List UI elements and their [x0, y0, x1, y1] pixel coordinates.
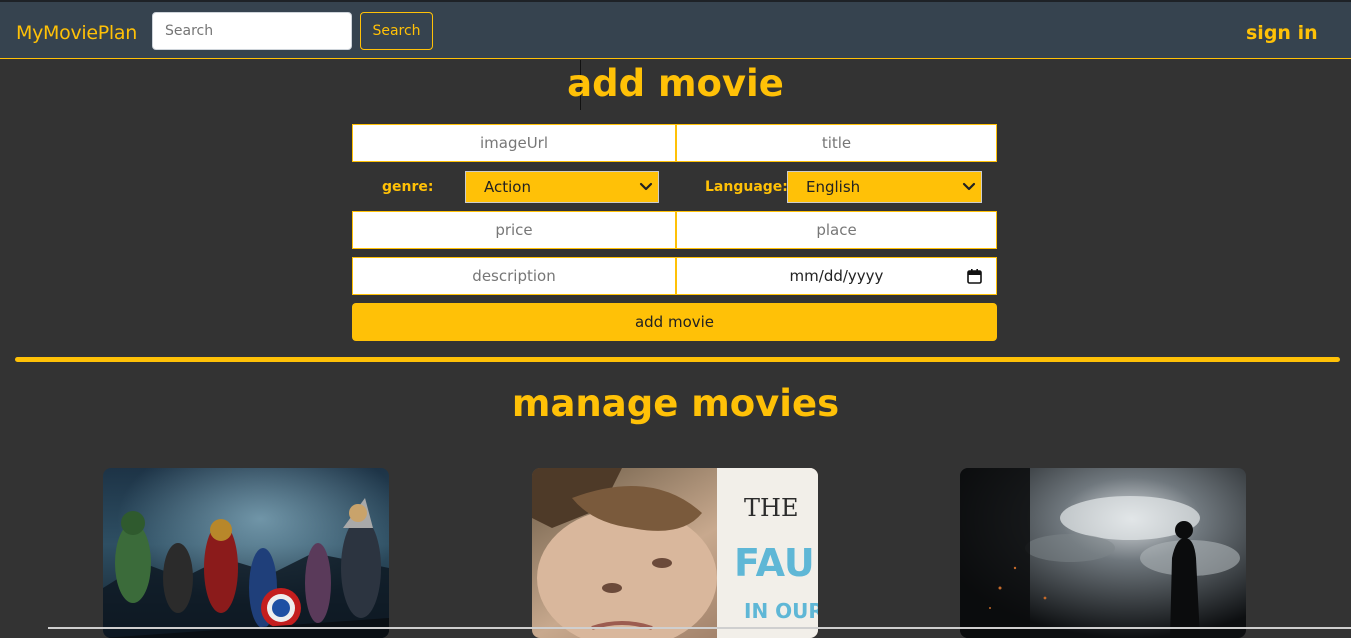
calendar-icon[interactable] [967, 269, 982, 284]
movie-card[interactable]: THE FAULT IN OUR [532, 468, 818, 638]
release-date-input[interactable]: mm/dd/yyyy [676, 257, 997, 295]
image-url-input[interactable] [352, 124, 676, 162]
genre-select-value: Action [484, 178, 531, 196]
title-input[interactable] [676, 124, 997, 162]
language-label: Language: [705, 179, 788, 195]
chevron-down-icon [962, 182, 976, 191]
search-button[interactable]: Search [360, 12, 433, 50]
date-placeholder: mm/dd/yyyy [789, 267, 884, 285]
navbar: MyMoviePlan Search sign in [0, 0, 1351, 59]
add-movie-button[interactable]: add movie [352, 303, 997, 341]
manage-movies-heading: manage movies [511, 382, 840, 425]
poster-title-line: THE [744, 494, 798, 522]
sign-in-link[interactable]: sign in [1246, 22, 1318, 44]
section-divider [15, 357, 1340, 362]
poster-title-line: IN OUR [744, 599, 818, 623]
chevron-down-icon [639, 182, 653, 191]
movie-poster-image [960, 468, 1246, 638]
add-movie-heading: add movie [567, 62, 784, 105]
description-input[interactable] [352, 257, 676, 295]
genre-label: genre: [382, 179, 434, 195]
movie-card[interactable] [103, 468, 389, 638]
language-select-value: English [806, 178, 861, 196]
genre-select[interactable]: Action [465, 171, 659, 203]
place-input[interactable] [676, 211, 997, 249]
search-input[interactable] [152, 12, 352, 50]
price-input[interactable] [352, 211, 676, 249]
language-select[interactable]: English [787, 171, 982, 203]
movie-poster-image [103, 468, 389, 638]
movie-card[interactable] [960, 468, 1246, 638]
movie-poster-image: THE FAULT IN OUR [532, 468, 818, 638]
poster-title-line: FAULT [734, 541, 818, 585]
brand-link[interactable]: MyMoviePlan [16, 22, 137, 44]
